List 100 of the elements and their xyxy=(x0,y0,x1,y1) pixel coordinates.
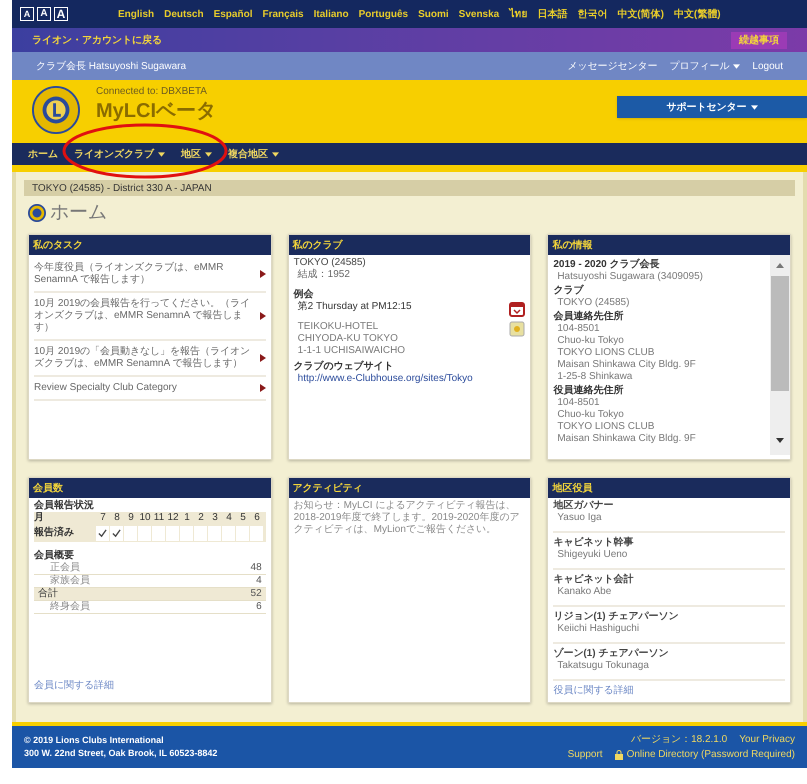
language-link[interactable]: Español xyxy=(214,6,252,22)
user-menu-link[interactable]: メッセージセンター xyxy=(567,58,658,74)
page-title: ホーム xyxy=(50,200,107,225)
language-link[interactable]: 日本語 xyxy=(537,6,568,22)
officer-role: ゾーン(1) チェアパーソン xyxy=(553,648,670,660)
support-button[interactable]: サポートセンター xyxy=(617,96,807,118)
task-item[interactable]: Review Specialty Club Category xyxy=(34,377,266,401)
nav-item[interactable]: ホーム xyxy=(28,146,58,162)
version-text: バージョン：18.2.1.0 xyxy=(631,733,728,747)
footer-link[interactable]: Your Privacy xyxy=(739,732,795,747)
language-link[interactable]: English xyxy=(118,6,154,22)
lions-logo-icon xyxy=(28,204,46,222)
footer-link[interactable]: Online Directory (Password Required) xyxy=(614,747,795,762)
officer-role: リジョン(1) チェアパーソン xyxy=(553,611,680,623)
details-link[interactable]: 会員に関する詳細 xyxy=(34,680,266,692)
info-line: 1-25-8 Shinkawa xyxy=(556,371,634,383)
summary-label: 合計 xyxy=(38,588,58,600)
footer-link[interactable]: Support xyxy=(568,747,603,762)
language-link[interactable]: Português xyxy=(358,6,408,22)
table-cell-text: 5 xyxy=(239,512,247,524)
language-link[interactable]: 한국어 xyxy=(577,6,608,22)
meeting-time: 第2 Thursday at PM12:15 xyxy=(296,301,412,313)
table-cell-text: 報告済み xyxy=(34,527,75,539)
officer-name: Shigeyuki Ueno xyxy=(556,549,628,561)
scrollbar[interactable] xyxy=(770,255,790,455)
caret-icon xyxy=(750,104,758,110)
task-item[interactable]: 10月 2019の会員報告を行ってください。（ライオンズクラブは、eMMR SenamnA で報告します） xyxy=(34,293,266,341)
summary-value: 6 xyxy=(256,601,262,613)
officer-role: キャビネット会計 xyxy=(553,574,634,586)
officer-name: Takatsugu Tokunaga xyxy=(556,660,650,672)
table-cell-text: 6 xyxy=(253,512,261,524)
language-link[interactable]: Svenska xyxy=(458,6,500,22)
info-line: Maisan Shinkawa City Bldg. 9F xyxy=(556,359,697,371)
notice-text: お知らせ：MyLCI によるアクティビティ報告は、2018-2019年度で終了します。2019-2020年度のアクティビティは、MyLionでご報告ください。 xyxy=(294,500,520,536)
section-heading: 例会 xyxy=(294,289,315,301)
section-heading: 会員連絡先住所 xyxy=(553,311,624,323)
font-size-button[interactable]: A xyxy=(20,7,34,21)
table-cell-text: 4 xyxy=(225,512,233,524)
scroll-thumb[interactable] xyxy=(771,276,789,391)
officer-role: キャビネット幹事 xyxy=(553,537,634,549)
info-line: TOKYO LIONS CLUB xyxy=(556,347,656,359)
back-link[interactable]: ライオン・アカウントに戻る xyxy=(32,32,162,48)
info-line: Hatsuyoshi Sugawara (3409095) xyxy=(556,271,704,283)
table-cell: 10 xyxy=(138,512,152,524)
details-link[interactable]: 役員に関する詳細 xyxy=(553,685,785,697)
arrow-icon xyxy=(260,354,266,362)
user-menu-link[interactable]: Logout xyxy=(752,58,783,74)
summary-label: 家族会員 xyxy=(49,575,90,587)
nav-item[interactable]: 複合地区 xyxy=(228,146,279,162)
arrow-icon xyxy=(260,270,266,278)
venue-line: CHIYODA-KU TOKYO xyxy=(298,333,399,345)
info-line: 104-8501 xyxy=(556,323,601,335)
section-heading: クラブ xyxy=(553,285,585,297)
nav-item[interactable]: ライオンズクラブ xyxy=(74,146,165,162)
breadcrumb: TOKYO (24585) - District 330 A - JAPAN xyxy=(24,180,795,196)
club-name: TOKYO (24585) xyxy=(294,257,367,268)
table-cell-text: 3 xyxy=(211,512,219,524)
section-heading: クラブのウェブサイト xyxy=(294,361,395,373)
language-link[interactable]: 中文(繁體) xyxy=(674,6,721,22)
info-line: TOKYO (24585) xyxy=(556,297,630,309)
officer-name: Yasuo Iga xyxy=(556,512,603,524)
language-link[interactable]: Italiano xyxy=(314,6,349,22)
officer-role: 地区ガバナー xyxy=(553,500,614,512)
font-size-button[interactable]: A xyxy=(37,7,51,21)
scroll-down-icon xyxy=(776,438,784,443)
info-line: TOKYO LIONS CLUB xyxy=(556,421,656,433)
map-icon xyxy=(509,321,526,337)
info-line: Chuo-ku Tokyo xyxy=(556,409,625,421)
website-link[interactable]: http://www.e-Clubhouse.org/sites/Tokyo xyxy=(294,373,526,385)
copyright-text: © 2019 Lions Clubs International xyxy=(24,734,165,746)
language-link[interactable]: Deutsch xyxy=(164,6,204,22)
table-cell-text: 9 xyxy=(127,512,135,524)
card-title: アクティビティ xyxy=(288,478,530,498)
card-title: 私のタスク xyxy=(29,235,271,255)
section-heading: 2019 - 2020 クラブ会長 xyxy=(553,259,660,271)
charter-year: 結成：1952 xyxy=(296,269,351,281)
table-cell-text: 11 xyxy=(152,512,166,524)
language-link[interactable]: Français xyxy=(262,6,304,22)
card-title: 地区役員 xyxy=(548,478,790,498)
task-item[interactable]: 10月 2019の「会員動きなし」を報告（ライオンズクラブは、eMMR SenamnA で報告します） xyxy=(34,341,266,377)
app-title: MyLCIベータ xyxy=(96,99,216,124)
card-title: 私の情報 xyxy=(548,235,790,255)
user-menu-link[interactable]: プロフィール xyxy=(669,58,740,74)
language-link[interactable]: 中文(简体) xyxy=(617,6,664,22)
calendar-icon xyxy=(509,301,526,317)
nav-item[interactable]: 地区 xyxy=(181,146,212,162)
card-title: 私のクラブ xyxy=(288,235,530,255)
language-link[interactable]: ไทย xyxy=(509,6,528,22)
lions-logo-icon xyxy=(32,86,80,134)
card-title: 会員数 xyxy=(29,478,271,498)
language-link[interactable]: Suomi xyxy=(418,6,449,22)
task-item[interactable]: 今年度役員（ライオンズクラブは、eMMR SenamnA で報告します） xyxy=(34,257,266,293)
officer-name: Kanako Abe xyxy=(556,586,612,598)
font-size-button[interactable]: A xyxy=(54,7,68,21)
officer-name: Keiichi Hashiguchi xyxy=(556,623,640,635)
info-line: 104-8501 xyxy=(556,397,601,409)
info-line: Maisan Shinkawa City Bldg. 9F xyxy=(556,433,697,445)
user-name: クラブ会長 Hatsuyoshi Sugawara xyxy=(36,60,186,74)
table-cell-text: 2 xyxy=(197,512,205,524)
badge: 繰越事項 xyxy=(731,32,787,48)
